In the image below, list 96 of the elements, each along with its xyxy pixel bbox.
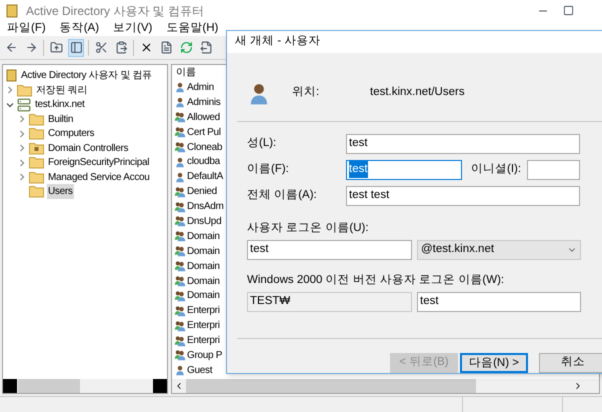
list-item[interactable]: Denied — [187, 184, 217, 200]
folder-icon — [29, 127, 44, 140]
list-item[interactable]: Allowed — [187, 110, 220, 125]
list-item[interactable]: Domain — [187, 258, 220, 274]
input-field[interactable]: test — [346, 134, 580, 154]
expand-icon[interactable] — [18, 144, 26, 152]
list-item[interactable]: cloudba — [187, 154, 220, 170]
dialog-button[interactable]: 취소 — [539, 353, 602, 374]
group-icon — [174, 260, 186, 272]
tree-item[interactable]: Users — [47, 184, 74, 200]
field-label: 사용자 로그온 이름(U): — [247, 220, 370, 236]
field-label: 전체 이름(A): — [247, 188, 318, 203]
menu-item[interactable]: 보기(V) — [113, 20, 152, 38]
tree-item[interactable]: ForeignSecurityPrincipal — [47, 155, 150, 170]
tree-item[interactable]: Domain Controllers — [47, 140, 130, 156]
group-icon — [174, 200, 186, 213]
input-field[interactable] — [527, 160, 580, 180]
user-icon — [174, 156, 186, 168]
list-item[interactable]: Cloneab — [187, 140, 222, 155]
group-icon — [174, 186, 186, 198]
folder-icon — [29, 112, 44, 126]
group-icon — [174, 320, 186, 332]
list-item[interactable]: Adminis — [187, 94, 220, 110]
tree-item[interactable]: Managed Service Accou — [47, 170, 151, 185]
group-icon — [174, 349, 186, 362]
menu-item[interactable]: 도움말(H) — [166, 20, 218, 38]
folder-icon — [29, 170, 44, 184]
folder-icon — [29, 142, 44, 155]
group-icon — [174, 290, 186, 302]
user-icon — [174, 170, 186, 183]
group-icon — [174, 111, 186, 124]
input-field[interactable]: test — [417, 292, 581, 312]
tree-item[interactable]: 저장된 쿼리 — [35, 82, 88, 98]
list-item[interactable]: Enterpri — [187, 318, 220, 334]
tree-item[interactable]: Computers — [47, 126, 96, 142]
group-icon — [174, 304, 186, 317]
field-label: 성(L): — [247, 136, 278, 151]
group-icon — [174, 245, 186, 258]
tree-item[interactable]: test.kinx.net — [34, 97, 86, 112]
input-field[interactable]: test — [346, 160, 462, 180]
tree-item[interactable]: Builtin — [47, 112, 74, 127]
field-label: 이니셜(I): — [471, 162, 522, 177]
panel-icon[interactable] — [68, 38, 84, 56]
book-icon — [6, 4, 18, 18]
list-item[interactable]: Group P — [187, 348, 222, 363]
list-item[interactable]: DnsUpd — [187, 214, 222, 229]
collapse-icon[interactable] — [6, 100, 14, 109]
expand-icon[interactable] — [6, 86, 14, 94]
tree-root[interactable]: Active Directory 사용자 및 컴퓨 — [21, 68, 152, 83]
horizontal-scrollbar[interactable] — [172, 379, 599, 393]
location-value: test.kinx.net/Users — [370, 85, 465, 100]
list-item[interactable]: Admin — [187, 80, 214, 95]
group-icon — [174, 230, 186, 242]
location-label: 위치: — [292, 85, 320, 100]
folder-icon — [29, 185, 44, 198]
domain-icon — [17, 98, 31, 112]
horizontal-scrollbar[interactable] — [3, 379, 167, 393]
field-label: Windows 2000 이전 버전 사용자 로그온 이름(W): — [247, 272, 506, 288]
user-icon — [174, 81, 186, 94]
group-icon — [174, 275, 186, 288]
export-icon[interactable] — [198, 38, 214, 56]
list-item[interactable]: DefaultA — [187, 169, 223, 184]
group-icon — [174, 126, 186, 138]
list-item[interactable]: Domain — [187, 288, 220, 304]
folder-icon — [29, 156, 44, 170]
expand-icon[interactable] — [18, 173, 26, 182]
user-icon — [174, 96, 186, 108]
list-item[interactable]: Domain — [187, 274, 220, 289]
input-field[interactable]: test test — [346, 186, 580, 206]
expand-icon[interactable] — [18, 130, 26, 138]
field-label: 이름(F): — [247, 162, 290, 177]
dialog-title: 새 개체 - 사용자 — [235, 34, 320, 50]
window-title: Active Directory 사용자 및 컴퓨터 — [26, 3, 204, 20]
list-item[interactable]: Enterpri — [187, 333, 220, 348]
maximize-icon[interactable] — [563, 5, 574, 16]
list-item[interactable]: Enterpri — [187, 303, 220, 318]
menu-item[interactable]: 파일(F) — [7, 20, 46, 38]
list-item[interactable]: Domain — [187, 244, 220, 259]
dialog-button[interactable]: 다음(N) > — [460, 353, 528, 374]
list-item[interactable]: Guest — [187, 362, 212, 378]
list-item[interactable]: Domain — [187, 228, 220, 244]
input-field[interactable]: test — [247, 240, 412, 260]
column-header[interactable]: 이름 — [176, 65, 196, 80]
expand-icon[interactable] — [18, 158, 26, 167]
book-icon — [6, 69, 17, 82]
domain-dropdown[interactable]: @test.kinx.net — [417, 240, 581, 260]
group-icon — [174, 215, 186, 228]
folder-icon — [17, 84, 32, 97]
list-item[interactable]: Cert Pul — [187, 124, 221, 140]
group-icon — [174, 141, 186, 153]
expand-icon[interactable] — [18, 115, 26, 124]
user-icon — [174, 364, 186, 376]
input-field[interactable]: TEST₩ — [247, 292, 412, 312]
menu-item[interactable]: 동작(A) — [60, 20, 100, 38]
group-icon — [174, 334, 186, 347]
list-item[interactable]: DnsAdm — [187, 199, 224, 214]
